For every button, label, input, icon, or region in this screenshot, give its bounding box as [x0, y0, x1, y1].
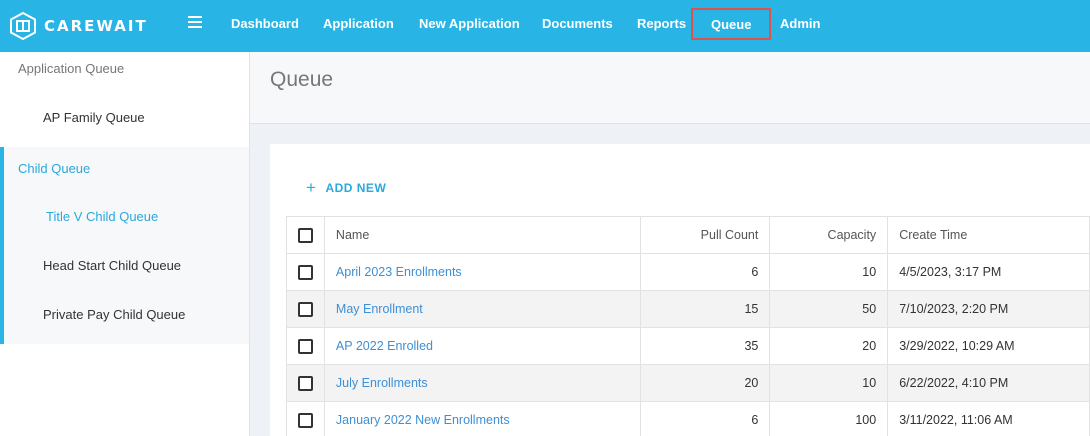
- table-header-row: Name Pull Count Capacity Create Time: [286, 216, 1090, 254]
- nav-documents[interactable]: Documents: [542, 0, 613, 48]
- menu-icon[interactable]: [188, 16, 202, 30]
- top-nav-bar: CAREWAIT Dashboard Application New Appli…: [0, 0, 1090, 52]
- pull-count-cell: 15: [639, 290, 771, 328]
- sidebar: Application Queue AP Family Queue Child …: [0, 52, 250, 436]
- column-header-create-time[interactable]: Create Time: [887, 216, 1090, 254]
- pull-count-cell: 35: [639, 327, 771, 365]
- sidebar-item-title-v-child-queue[interactable]: Title V Child Queue: [46, 209, 158, 224]
- table-row: May Enrollment 15 50 7/10/2023, 2:20 PM: [286, 290, 1090, 328]
- row-checkbox[interactable]: [297, 338, 313, 354]
- sidebar-item-ap-family-queue[interactable]: AP Family Queue: [43, 110, 145, 125]
- column-header-name[interactable]: Name: [323, 216, 641, 254]
- brand-name: CAREWAIT: [44, 17, 148, 35]
- nav-new-application[interactable]: New Application: [419, 0, 520, 48]
- queue-card: + ADD NEW Name Pull Count Capacity Creat…: [270, 144, 1090, 436]
- table-row: July Enrollments 20 10 6/22/2022, 4:10 P…: [286, 364, 1090, 402]
- sidebar-item-private-pay-child-queue[interactable]: Private Pay Child Queue: [43, 307, 185, 322]
- nav-application[interactable]: Application: [323, 0, 394, 48]
- nav-dashboard[interactable]: Dashboard: [231, 0, 299, 48]
- capacity-cell: 20: [769, 327, 889, 365]
- capacity-cell: 10: [769, 253, 889, 291]
- select-all-checkbox[interactable]: [297, 227, 313, 243]
- queue-name-link[interactable]: April 2023 Enrollments: [336, 265, 462, 279]
- queue-table: Name Pull Count Capacity Create Time Apr…: [286, 216, 1090, 436]
- add-new-button[interactable]: + ADD NEW: [306, 179, 386, 196]
- nav-queue[interactable]: Queue: [691, 8, 772, 40]
- table-row: January 2022 New Enrollments 6 100 3/11/…: [286, 401, 1090, 436]
- sidebar-group-child-queue-block: Child Queue Title V Child Queue Head Sta…: [0, 147, 249, 344]
- nav-admin[interactable]: Admin: [780, 0, 820, 48]
- page-title: Queue: [270, 68, 334, 91]
- table-row: April 2023 Enrollments 6 10 4/5/2023, 3:…: [286, 253, 1090, 291]
- sidebar-item-head-start-child-queue[interactable]: Head Start Child Queue: [43, 258, 181, 273]
- capacity-cell: 100: [769, 401, 889, 436]
- page-header: Queue: [250, 52, 1090, 124]
- nav-reports[interactable]: Reports: [637, 0, 686, 48]
- add-new-label: ADD NEW: [325, 180, 387, 195]
- create-time-cell: 7/10/2023, 2:20 PM: [887, 290, 1090, 328]
- row-checkbox[interactable]: [297, 412, 313, 428]
- table-row: AP 2022 Enrolled 35 20 3/29/2022, 10:29 …: [286, 327, 1090, 365]
- plus-icon: +: [306, 178, 317, 197]
- main-content: Queue + ADD NEW Name Pull Count Capacity…: [250, 52, 1090, 436]
- queue-name-link[interactable]: January 2022 New Enrollments: [336, 413, 510, 427]
- capacity-cell: 50: [769, 290, 889, 328]
- pull-count-cell: 20: [639, 364, 771, 402]
- sidebar-group-application-queue[interactable]: Application Queue: [18, 61, 124, 76]
- create-time-cell: 4/5/2023, 3:17 PM: [887, 253, 1090, 291]
- brand-logo[interactable]: CAREWAIT: [10, 12, 148, 40]
- hexagon-logo-icon: [10, 12, 36, 40]
- sidebar-group-child-queue[interactable]: Child Queue: [18, 161, 90, 176]
- queue-name-link[interactable]: May Enrollment: [336, 302, 423, 316]
- queue-name-link[interactable]: AP 2022 Enrolled: [336, 339, 433, 353]
- pull-count-cell: 6: [639, 401, 771, 436]
- row-checkbox[interactable]: [297, 301, 313, 317]
- create-time-cell: 3/29/2022, 10:29 AM: [887, 327, 1090, 365]
- row-checkbox[interactable]: [297, 375, 313, 391]
- row-checkbox[interactable]: [297, 264, 313, 280]
- column-header-capacity[interactable]: Capacity: [769, 216, 889, 254]
- capacity-cell: 10: [769, 364, 889, 402]
- create-time-cell: 6/22/2022, 4:10 PM: [887, 364, 1090, 402]
- queue-name-link[interactable]: July Enrollments: [336, 376, 428, 390]
- create-time-cell: 3/11/2022, 11:06 AM: [887, 401, 1090, 436]
- pull-count-cell: 6: [639, 253, 771, 291]
- column-header-pull-count[interactable]: Pull Count: [639, 216, 771, 254]
